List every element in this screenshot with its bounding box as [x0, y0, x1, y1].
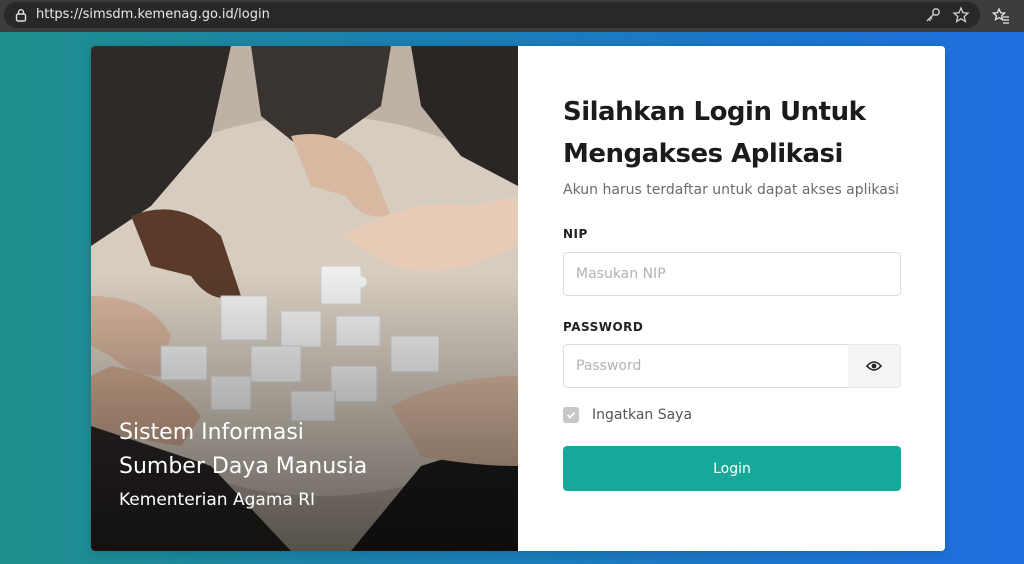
hero-title: Sistem Informasi Sumber Daya Manusia — [119, 416, 479, 484]
nip-input[interactable] — [563, 252, 901, 296]
check-icon — [566, 411, 576, 419]
login-card: Sistem Informasi Sumber Daya Manusia Kem… — [91, 46, 945, 551]
password-label: PASSWORD — [563, 320, 644, 334]
address-bar[interactable]: https://simsdm.kemenag.go.id/login — [4, 2, 980, 28]
favorites-icon[interactable] — [992, 7, 1010, 25]
star-icon[interactable] — [952, 6, 970, 24]
lock-icon[interactable] — [14, 8, 28, 22]
nip-label: NIP — [563, 227, 588, 241]
key-icon[interactable] — [924, 6, 942, 24]
password-input[interactable] — [563, 344, 849, 388]
remember-checkbox[interactable] — [563, 407, 579, 423]
login-form: Silahkan Login Untuk Mengakses Aplikasi … — [518, 46, 945, 551]
browser-toolbar: https://simsdm.kemenag.go.id/login — [0, 0, 1024, 32]
url-text[interactable]: https://simsdm.kemenag.go.id/login — [36, 7, 270, 22]
page-subtitle: Akun harus terdaftar untuk dapat akses a… — [563, 182, 900, 198]
hero-title-line2: Sumber Daya Manusia — [119, 454, 368, 479]
eye-icon — [866, 361, 882, 371]
remember-label: Ingatkan Saya — [592, 407, 693, 423]
page-title-line2: Mengakses Aplikasi — [563, 139, 843, 169]
remember-me[interactable]: Ingatkan Saya — [563, 407, 692, 423]
page-title-line1: Silahkan Login Untuk — [563, 97, 866, 127]
show-password-button[interactable] — [848, 344, 901, 388]
page-title: Silahkan Login Untuk Mengakses Aplikasi — [563, 91, 903, 175]
hero-photo: Sistem Informasi Sumber Daya Manusia Kem… — [91, 46, 518, 551]
hero-subtitle: Kementerian Agama RI — [119, 490, 316, 510]
hero-title-line1: Sistem Informasi — [119, 420, 304, 445]
login-button[interactable]: Login — [563, 446, 901, 491]
